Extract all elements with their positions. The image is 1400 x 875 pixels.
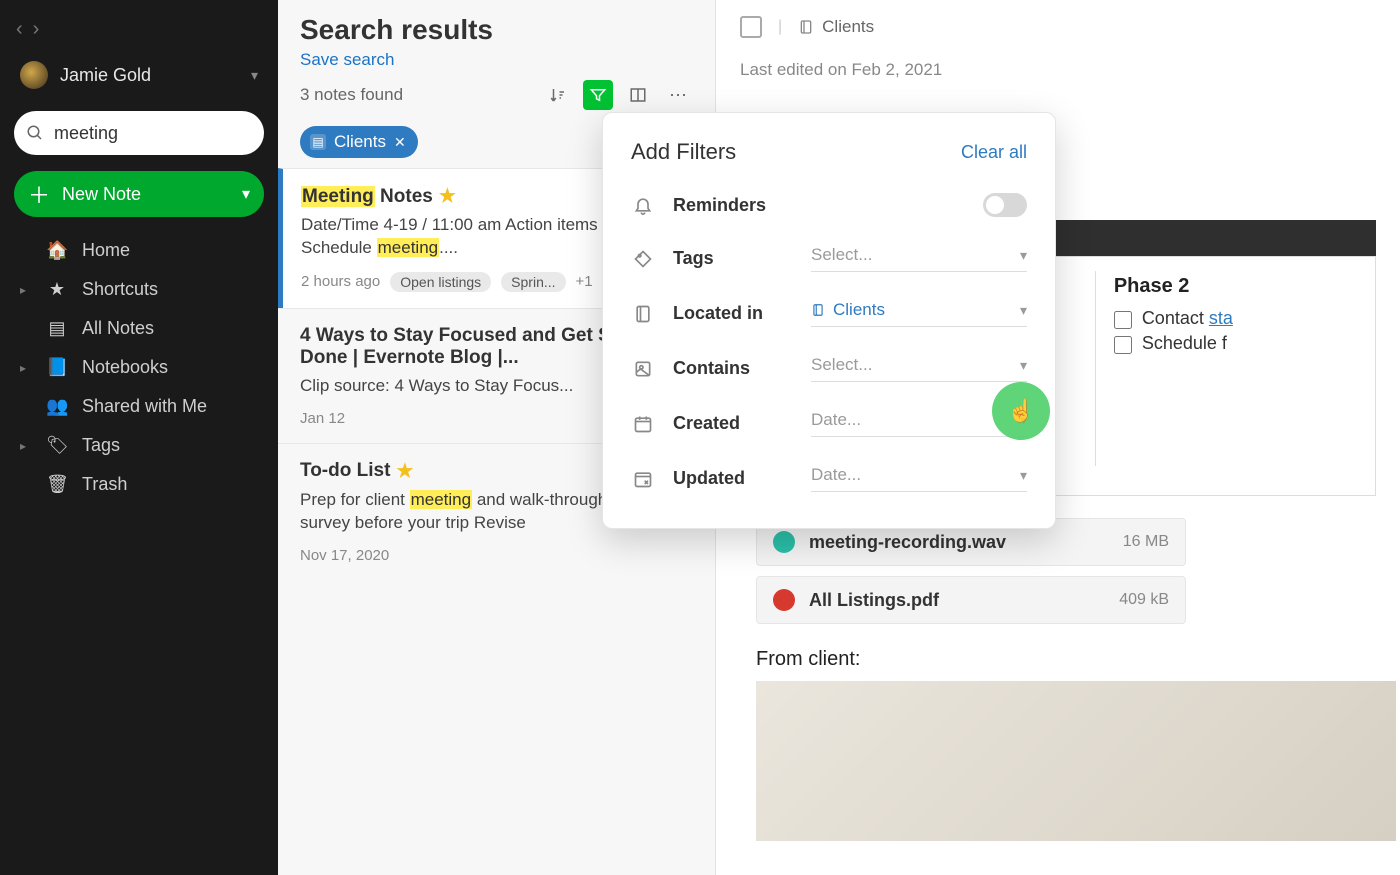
checklist-item[interactable]: Schedule f <box>1114 333 1357 354</box>
note-time: Nov 17, 2020 <box>300 547 389 564</box>
notebook-icon <box>631 304 655 324</box>
note-time: Jan 12 <box>300 410 345 427</box>
filter-row-contains: Contains Select... ▾ <box>631 341 1027 396</box>
phase-title: Phase 2 <box>1114 275 1357 298</box>
view-toggle-button[interactable] <box>623 80 653 110</box>
filter-row-created: Created Date... ▾ <box>631 396 1027 451</box>
filter-row-tags: Tags Select... ▾ <box>631 231 1027 286</box>
bell-icon <box>631 195 655 215</box>
chevron-down-icon[interactable]: ▾ <box>242 184 250 204</box>
checkbox[interactable] <box>1114 311 1132 329</box>
attachment-size: 16 MB <box>1123 533 1169 551</box>
tags-select[interactable]: Select... ▾ <box>811 245 1027 272</box>
pointer-hand-icon: ☝ <box>1007 398 1034 424</box>
checkbox[interactable] <box>1114 336 1132 354</box>
tag-icon: 🏷 <box>46 435 68 456</box>
new-note-button[interactable]: ＋ New Note ▾ <box>14 171 264 217</box>
popover-title: Add Filters <box>631 139 736 165</box>
section-heading: From client: <box>756 648 1376 671</box>
nav-shared[interactable]: 👥Shared with Me <box>10 389 268 424</box>
filters-popover: Add Filters Clear all Reminders Tags Sel… <box>602 112 1056 529</box>
chevron-down-icon: ▾ <box>1020 357 1027 374</box>
pdf-file-icon <box>773 589 795 611</box>
divider: | <box>778 18 782 36</box>
contains-icon <box>631 359 655 379</box>
plus-icon: ＋ <box>28 178 50 210</box>
tag-chip[interactable]: Open listings <box>390 272 491 292</box>
trash-icon: 🗑 <box>46 474 68 495</box>
chevron-down-icon: ▾ <box>1020 302 1027 319</box>
notebook-icon: 📘 <box>46 357 68 378</box>
notebook-icon <box>811 302 825 318</box>
back-icon[interactable]: ‹ <box>16 18 23 41</box>
star-icon: ★ <box>46 279 68 300</box>
nav-notebooks[interactable]: ▸📘Notebooks <box>10 350 268 385</box>
nav-tags[interactable]: ▸🏷Tags <box>10 428 268 463</box>
more-button[interactable]: ⋯ <box>663 80 693 110</box>
cursor-highlight: ☝ <box>992 382 1050 440</box>
tag-more[interactable]: +1 <box>576 273 593 290</box>
remove-chip-icon[interactable]: ✕ <box>394 134 406 151</box>
last-edited: Last edited on Feb 2, 2021 <box>716 54 1400 100</box>
located-in-select[interactable]: Clients ▾ <box>811 300 1027 327</box>
search-input[interactable] <box>54 123 286 144</box>
new-note-label: New Note <box>62 184 141 205</box>
star-icon: ★ <box>396 460 413 483</box>
results-count: 3 notes found <box>300 85 403 105</box>
people-icon: 👥 <box>46 396 68 417</box>
filter-button[interactable] <box>583 80 613 110</box>
search-icon <box>26 124 44 142</box>
notebook-icon <box>798 18 814 36</box>
expand-icon[interactable] <box>740 16 762 38</box>
updated-select[interactable]: Date... ▾ <box>811 465 1027 492</box>
attachment-item[interactable]: All Listings.pdf 409 kB <box>756 576 1186 624</box>
contains-select[interactable]: Select... ▾ <box>811 355 1027 382</box>
note-time: 2 hours ago <box>301 273 380 290</box>
nav-arrows: ‹ › <box>10 8 268 47</box>
checklist-item[interactable]: Contact sta <box>1114 308 1357 329</box>
attachment-size: 409 kB <box>1119 591 1169 609</box>
notebook-indicator[interactable]: Clients <box>798 17 874 37</box>
filter-row-reminders: Reminders <box>631 179 1027 231</box>
save-search-link[interactable]: Save search <box>300 50 395 70</box>
filter-row-updated: Updated Date... ▾ <box>631 451 1027 506</box>
reminders-toggle[interactable] <box>983 193 1027 217</box>
global-search[interactable]: ✕ <box>14 111 264 155</box>
nav-home[interactable]: 🏠Home <box>10 233 268 268</box>
nav-trash[interactable]: 🗑Trash <box>10 467 268 502</box>
nav-shortcuts[interactable]: ▸★Shortcuts <box>10 272 268 307</box>
star-icon: ★ <box>439 185 456 208</box>
attachments: meeting-recording.wav 16 MB All Listings… <box>756 518 1376 624</box>
embedded-image <box>756 681 1396 841</box>
list-toolbar: ⋯ <box>543 80 693 110</box>
sidebar: ‹ › Jamie Gold ▾ ✕ ＋ New Note ▾ 🏠Home ▸★… <box>0 0 278 875</box>
chevron-down-icon: ▾ <box>1020 467 1027 484</box>
note-icon: ▤ <box>46 318 68 339</box>
tag-chip[interactable]: Sprin... <box>501 272 565 292</box>
avatar <box>20 61 48 89</box>
account-menu[interactable]: Jamie Gold ▾ <box>10 53 268 103</box>
attachment-name: All Listings.pdf <box>809 590 939 611</box>
nav-list: 🏠Home ▸★Shortcuts ▤All Notes ▸📘Notebooks… <box>10 233 268 502</box>
filter-row-located-in: Located in Clients ▾ <box>631 286 1027 341</box>
filter-chip-clients[interactable]: ▤ Clients ✕ <box>300 126 418 158</box>
audio-file-icon <box>773 531 795 553</box>
chevron-down-icon: ▾ <box>1020 247 1027 264</box>
clear-all-link[interactable]: Clear all <box>961 142 1027 163</box>
calendar-icon <box>631 414 655 434</box>
nav-all-notes[interactable]: ▤All Notes <box>10 311 268 346</box>
user-name: Jamie Gold <box>60 65 151 86</box>
list-title: Search results <box>300 14 693 46</box>
calendar-edit-icon <box>631 469 655 489</box>
chevron-down-icon: ▾ <box>251 67 258 84</box>
notebook-icon: ▤ <box>310 134 326 150</box>
forward-icon[interactable]: › <box>33 18 40 41</box>
detail-top-bar: | Clients <box>716 0 1400 54</box>
tag-icon <box>631 249 655 269</box>
sort-button[interactable] <box>543 80 573 110</box>
home-icon: 🏠 <box>46 240 68 261</box>
attachment-name: meeting-recording.wav <box>809 532 1006 553</box>
